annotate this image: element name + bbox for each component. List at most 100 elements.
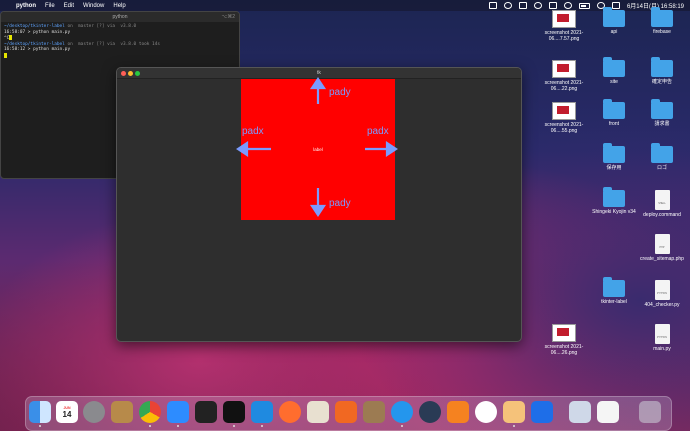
vscode-icon[interactable] [251,401,273,423]
control-center-icon[interactable] [611,2,620,9]
document-file-icon: SHELL [654,190,670,210]
tk-window[interactable]: tk label pady pady padx padx [116,67,522,342]
wifi-icon[interactable] [563,2,572,9]
terminal-icon[interactable] [195,401,217,423]
desktop-icon-label: main.py [653,346,671,352]
document-icon[interactable] [597,401,619,423]
desktop-icon-folder[interactable]: tkinter-label [588,277,640,305]
battery-icon[interactable] [578,2,590,9]
python-launcher-icon[interactable] [503,401,525,423]
desktop-icon-folder[interactable]: Shingeki Kyojin v34 [588,187,640,215]
desktop-icon-label: ロゴ [656,165,667,171]
safari-icon[interactable] [279,401,301,423]
desktop-icon-label: 確定申告 [651,79,672,85]
iterm-icon[interactable] [223,401,245,423]
arrow-up-head-icon [309,77,327,90]
folder-icon [603,99,625,119]
arrow-down-head-icon [309,204,327,217]
desktop-icon-doc[interactable]: PYTHON 404_checker.py [636,280,688,308]
preview-icon[interactable] [569,401,591,423]
desktop-icon-label: screenshot 2021-06....55.png [544,122,584,134]
pady-bottom-annotation: pady [329,198,351,209]
running-indicator [149,425,151,427]
display-icon[interactable] [518,2,527,9]
infinity-icon[interactable] [531,401,553,423]
dropbox-icon[interactable] [548,2,557,9]
terminal-title: python [112,14,128,20]
desktop-icon-folder[interactable]: firebase [636,7,688,35]
sync-icon[interactable] [503,2,512,9]
qreate-icon[interactable] [419,401,441,423]
folder-icon [603,187,625,207]
desktop-icon-label: 請求書 [654,121,670,127]
zoom-icon[interactable] [167,401,189,423]
desktop-icon-screenshot[interactable]: screenshot 2021-06....22.png [538,60,590,92]
desktop-icon-label: Shingeki Kyojin v34 [592,209,636,215]
desktop-icon-screenshot[interactable]: screenshot 2021-06....7.57.png [538,10,590,42]
docker-icon[interactable] [391,401,413,423]
desktop-icon-label: front [608,121,619,127]
folder-icon [603,143,625,163]
screen-record-icon[interactable] [488,2,497,9]
desktop-icon-folder[interactable]: ロゴ [636,143,688,171]
desktop-icon-label: create_sitemap.php [640,256,684,262]
folder-icon [651,57,673,77]
cloud-icon[interactable] [533,2,542,9]
desktop-icon-label: firebase [653,29,671,35]
trash-icon[interactable] [639,401,661,423]
desktop-icon-label: screenshot 2021-06....26.png [544,344,584,356]
desktop-icon-label: screenshot 2021-06....7.57.png [544,30,584,42]
screenshot-thumbnail-icon [552,102,576,120]
package-icon[interactable] [363,401,385,423]
arrow-left-head-icon [236,140,249,158]
menu-app-name[interactable]: python [16,3,36,9]
desktop-icon-label: 保存用 [606,165,622,171]
running-indicator [261,425,263,427]
running-indicator [233,425,235,427]
pady-top-annotation: pady [329,87,351,98]
activity-icon[interactable] [335,401,357,423]
desktop-icon-label: deploy.command [643,212,681,218]
sequel-icon[interactable] [307,401,329,423]
terminal-title-bar[interactable]: python ⌥⌘2 [1,12,239,22]
menu-file[interactable]: File [45,3,55,9]
desktop-icon-folder[interactable]: 保存用 [588,143,640,171]
desktop-icon-folder[interactable]: front [588,99,640,127]
system-preferences-icon[interactable] [83,401,105,423]
terminal-path: ~/desktop/tkinter-label [4,41,65,47]
desktop-icon-label: 404_checker.py [644,302,680,308]
desktop-icon-label: tkinter-label [601,299,627,305]
folder-icon [603,277,625,297]
terminal-shortcut: ⌥⌘2 [221,14,235,20]
desktop-icon-folder[interactable]: site [588,57,640,85]
desktop-icon-screenshot[interactable]: screenshot 2021-06....26.png [538,324,590,356]
folder-icon [651,7,673,27]
menu-window[interactable]: Window [83,3,104,9]
calendar-icon[interactable]: JUN 14 [56,401,78,423]
desktop-icon-folder[interactable]: api [588,7,640,35]
chrome-icon[interactable] [139,401,161,423]
padx-right-annotation: padx [367,126,389,137]
desktop-icon-folder[interactable]: 請求書 [636,99,688,127]
desktop-icon-label: site [610,79,618,85]
padding-arrows [236,77,398,217]
terminal-path: ~/desktop/tkinter-label [4,24,65,29]
desktop-icon-doc[interactable]: SHELL deploy.command [636,190,688,218]
document-file-icon: PHP [654,234,670,254]
file-type-tag: PHP [659,246,665,249]
terminal-cursor [4,52,7,58]
desktop-icon-screenshot[interactable]: screenshot 2021-06....55.png [538,102,590,134]
folder-icon [651,143,673,163]
archive-icon[interactable] [111,401,133,423]
desktop-icon-folder[interactable]: 確定申告 [636,57,688,85]
terminal-line: 16:58:07 > python main.py [4,29,71,35]
folder-icon [651,99,673,119]
menu-help[interactable]: Help [113,3,125,9]
menu-edit[interactable]: Edit [64,3,74,9]
sourcetree-icon[interactable] [447,401,469,423]
proxyman-icon[interactable] [475,401,497,423]
desktop-icon-doc[interactable]: PHP create_sitemap.php [636,234,688,262]
finder-icon[interactable] [29,401,51,423]
desktop-icon-doc[interactable]: PYTHON main.py [636,324,688,352]
terminal-output[interactable]: ~/desktop/tkinter-label on master [?] vi… [1,22,239,61]
